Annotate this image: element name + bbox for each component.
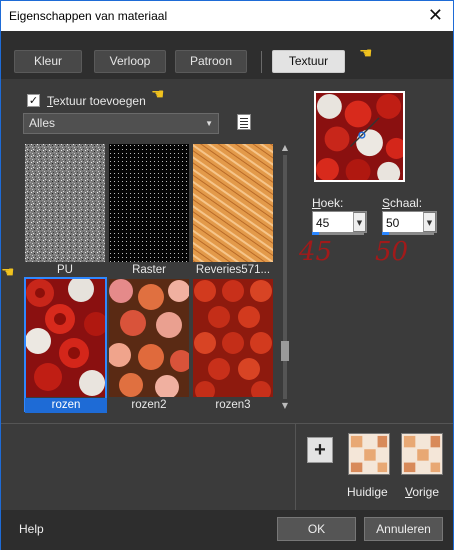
angle-annotation: 45: [299, 237, 333, 267]
help-link[interactable]: Help: [19, 522, 44, 536]
current-label: Huidige: [347, 485, 388, 499]
thumb-label-rozen2: rozen2: [131, 399, 167, 411]
texture-thumb-rozen2[interactable]: [109, 279, 189, 397]
texture-thumb-rozen3[interactable]: [193, 279, 273, 397]
texture-category-select[interactable]: Alles ▼: [23, 113, 219, 134]
scroll-thumb[interactable]: [281, 341, 289, 361]
divider: [1, 423, 453, 424]
angle-spinbox[interactable]: 45 ▼: [312, 211, 367, 233]
tab-verloop[interactable]: Verloop: [94, 50, 166, 73]
scale-value: 50: [386, 216, 400, 230]
thumb-label-rozen3: rozen3: [215, 399, 251, 411]
previous-label: Vorige: [405, 485, 440, 499]
pointing-hand-icon: ☚: [151, 85, 165, 103]
thumb-label-pu: PU: [57, 264, 73, 276]
texture-thumb-raster[interactable]: [109, 144, 189, 262]
current-swatch[interactable]: [348, 433, 390, 475]
add-texture-checkbox[interactable]: ✓: [27, 94, 40, 107]
previous-swatch[interactable]: [401, 433, 443, 475]
chevron-down-icon: ▼: [205, 119, 213, 128]
ok-button[interactable]: OK: [277, 517, 356, 541]
scroll-up-icon[interactable]: ▲: [279, 143, 291, 153]
tab-patroon[interactable]: Patroon: [175, 50, 247, 73]
gallery-scrollbar[interactable]: ▲ ▼: [279, 143, 291, 411]
material-properties-dialog: Eigenschappen van materiaal ✕ Kleur Verl…: [0, 0, 454, 550]
scale-spinbox[interactable]: 50 ▼: [382, 211, 437, 233]
add-texture-label[interactable]: Textuur toevoegen: [47, 94, 146, 108]
angle-slider[interactable]: [312, 232, 364, 235]
tab-textuur[interactable]: Textuur: [272, 50, 345, 73]
tab-kleur[interactable]: Kleur: [14, 50, 82, 73]
angle-label: Hoek:: [312, 196, 344, 210]
selected-thumb-frame: [24, 277, 107, 412]
spin-dropdown-icon[interactable]: ▼: [353, 212, 366, 232]
close-icon[interactable]: ✕: [428, 5, 443, 26]
cancel-button[interactable]: Annuleren: [364, 517, 443, 541]
scroll-track[interactable]: [283, 155, 287, 399]
texture-folder-icon[interactable]: [237, 114, 251, 130]
thumb-label-reveries: Reveries571...: [195, 264, 271, 276]
divider-vertical: [295, 424, 296, 510]
titlebar: Eigenschappen van materiaal ✕: [1, 1, 453, 31]
pointing-hand-icon: ☚: [1, 263, 15, 281]
thumb-label-raster: Raster: [132, 264, 166, 276]
thumb-label-rozen: rozen: [25, 398, 107, 413]
add-icon[interactable]: +: [307, 437, 333, 463]
spin-dropdown-icon[interactable]: ▼: [423, 212, 436, 232]
texture-category-value: Alles: [29, 116, 56, 130]
angle-value: 45: [316, 216, 330, 230]
scale-label: Schaal:: [382, 196, 423, 210]
tab-separator: [261, 51, 262, 73]
texture-thumb-pu[interactable]: [25, 144, 105, 262]
window-title: Eigenschappen van materiaal: [9, 9, 168, 23]
scale-annotation: 50: [375, 237, 409, 267]
texture-thumb-reveries[interactable]: [193, 144, 273, 262]
scroll-down-icon[interactable]: ▼: [279, 401, 291, 411]
pointing-hand-icon: ☚: [359, 44, 373, 62]
texture-preview[interactable]: [314, 91, 405, 182]
scale-slider[interactable]: [382, 232, 434, 235]
